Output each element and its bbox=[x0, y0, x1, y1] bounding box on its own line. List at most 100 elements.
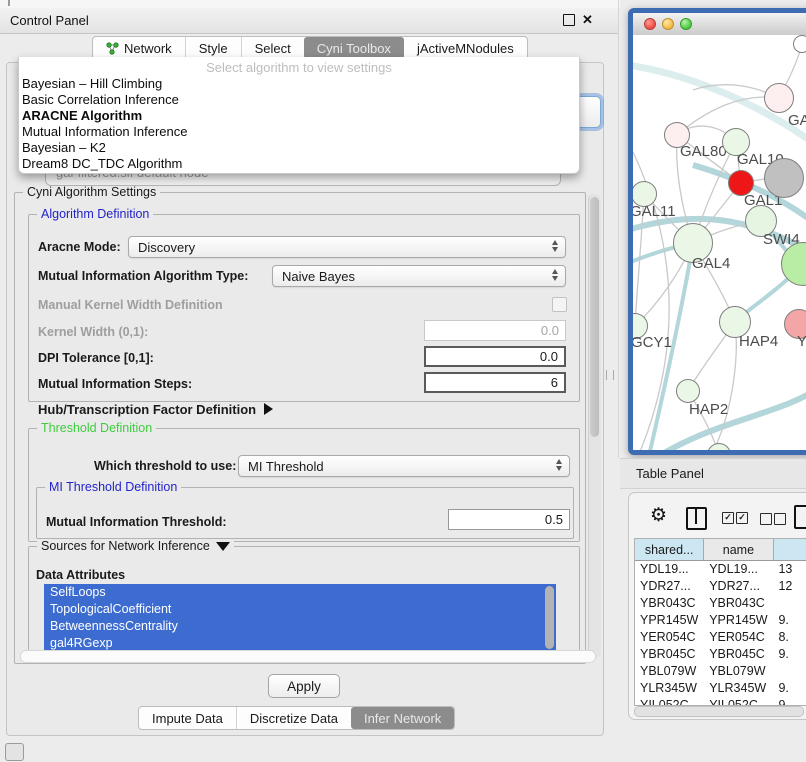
algorithm-list-item[interactable]: ARACNE Algorithm bbox=[19, 108, 579, 124]
close-icon[interactable]: ✕ bbox=[582, 11, 593, 29]
network-window-titlebar[interactable] bbox=[633, 13, 806, 36]
network-node-label: HAP2 bbox=[689, 401, 728, 418]
table-row[interactable]: YIL052C YIL052C 9 bbox=[635, 697, 806, 706]
gear-icon[interactable]: ⚙ bbox=[650, 504, 667, 527]
which-threshold-value: MI Threshold bbox=[248, 459, 324, 474]
kernel-width-label: Kernel Width (0,1): bbox=[38, 325, 148, 339]
cell-value: 8. bbox=[773, 629, 806, 646]
aracne-mode-combobox[interactable]: Discovery bbox=[128, 236, 566, 258]
network-canvas[interactable]: GALGAL80GAL10GAL1GAL11SWI4GAL4GCY1HAP4YH… bbox=[633, 35, 806, 450]
column-header-third[interactable] bbox=[774, 539, 806, 561]
tab-jactivemnodules-label: jActiveMNodules bbox=[417, 41, 514, 56]
mi-steps-field[interactable]: 6 bbox=[424, 372, 566, 393]
tab-network[interactable]: Network bbox=[93, 37, 185, 59]
table-row[interactable]: YDL19... YDL19... 13 bbox=[635, 561, 806, 578]
cell-shared-name: YBL079W bbox=[635, 663, 704, 680]
table-panel-header: Table Panel bbox=[620, 458, 806, 489]
apply-button[interactable]: Apply bbox=[268, 674, 340, 698]
network-node-label: GAL11 bbox=[633, 203, 676, 220]
export-table-icon[interactable] bbox=[794, 505, 806, 529]
table-row[interactable]: YLR345W YLR345W 9. bbox=[635, 680, 806, 697]
attribute-list-item[interactable]: SelfLoops bbox=[44, 584, 556, 601]
deselect-all-icon[interactable] bbox=[774, 513, 786, 525]
zoom-traffic-light[interactable] bbox=[680, 18, 692, 30]
algorithm-list-item[interactable]: Bayesian – K2 bbox=[19, 140, 579, 156]
dpi-tolerance-field[interactable]: 0.0 bbox=[424, 346, 566, 367]
data-attributes-list[interactable]: SelfLoopsTopologicalCoefficientBetweenne… bbox=[44, 584, 556, 652]
table-header-row: shared... name bbox=[635, 539, 806, 561]
tab-discretize-data[interactable]: Discretize Data bbox=[236, 707, 351, 729]
algorithm-list-item[interactable]: Bayesian – Hill Climbing bbox=[19, 76, 579, 92]
cell-shared-name: YDL19... bbox=[635, 561, 704, 578]
settings-scrollbar-thumb[interactable] bbox=[590, 197, 599, 437]
manual-kernel-checkbox[interactable] bbox=[552, 297, 567, 312]
tab-infer-network-label: Infer Network bbox=[364, 711, 441, 726]
network-node-label: GAL bbox=[788, 112, 806, 129]
which-threshold-combobox[interactable]: MI Threshold bbox=[238, 455, 570, 477]
cell-name: YLR345W bbox=[704, 680, 773, 697]
control-panel-header: Control Panel bbox=[0, 8, 618, 34]
tab-cyni-toolbox[interactable]: Cyni Toolbox bbox=[304, 37, 404, 59]
cell-value: 9. bbox=[773, 612, 806, 629]
table-row[interactable]: YBL079W YBL079W bbox=[635, 663, 806, 680]
stepper-icon bbox=[552, 240, 558, 252]
manual-kernel-label: Manual Kernel Width Definition bbox=[38, 298, 223, 312]
column-layout-icon[interactable] bbox=[686, 507, 707, 530]
collapse-down-icon bbox=[216, 542, 230, 551]
attribute-list-item[interactable]: BetweennessCentrality bbox=[44, 618, 556, 635]
float-window-icon[interactable] bbox=[563, 14, 575, 26]
cell-name: YDL19... bbox=[704, 561, 773, 578]
tab-impute-data[interactable]: Impute Data bbox=[139, 707, 236, 729]
algorithm-list-item[interactable]: Basic Correlation Inference bbox=[19, 92, 579, 108]
table-row[interactable]: YER054C YER054C 8. bbox=[635, 629, 806, 646]
tab-style-label: Style bbox=[199, 41, 228, 56]
network-view-window[interactable]: GALGAL80GAL10GAL1GAL11SWI4GAL4GCY1HAP4YH… bbox=[628, 8, 806, 455]
minimize-traffic-light[interactable] bbox=[662, 18, 674, 30]
network-node-label: Y bbox=[797, 333, 806, 350]
network-node[interactable] bbox=[764, 158, 804, 198]
tab-style[interactable]: Style bbox=[185, 37, 241, 59]
mi-type-combobox[interactable]: Naive Bayes bbox=[272, 265, 566, 287]
table-horizontal-scrollbar[interactable] bbox=[634, 706, 804, 717]
tab-select[interactable]: Select bbox=[241, 37, 304, 59]
select-all-icon[interactable]: ✓ bbox=[722, 512, 734, 524]
column-header-name[interactable]: name bbox=[704, 539, 773, 561]
table-row[interactable]: YBR045C YBR045C 9. bbox=[635, 646, 806, 663]
select-all-icon[interactable]: ✓ bbox=[736, 512, 748, 524]
table-row[interactable]: YDR27... YDR27... 12 bbox=[635, 578, 806, 595]
column-header-shared-name[interactable]: shared... bbox=[635, 539, 704, 561]
network-node-label: HAP4 bbox=[739, 333, 778, 350]
mi-threshold-label: Mutual Information Threshold: bbox=[46, 515, 227, 529]
tab-jactivemnodules[interactable]: jActiveMNodules bbox=[404, 37, 527, 59]
network-node[interactable] bbox=[793, 35, 806, 53]
attribute-list-scrollbar[interactable] bbox=[545, 586, 554, 649]
network-node-gal[interactable] bbox=[764, 83, 794, 113]
apply-button-label: Apply bbox=[287, 679, 321, 694]
deselect-all-icon[interactable] bbox=[760, 513, 772, 525]
tab-infer-network[interactable]: Infer Network bbox=[351, 707, 454, 729]
hub-definition-label: Hub/Transcription Factor Definition bbox=[38, 402, 256, 417]
splitter-handle[interactable] bbox=[606, 370, 614, 380]
network-node-label: GCY1 bbox=[633, 334, 672, 351]
close-traffic-light[interactable] bbox=[644, 18, 656, 30]
tab-cyni-toolbox-label: Cyni Toolbox bbox=[317, 41, 391, 56]
algorithm-list-item[interactable]: Dream8 DC_TDC Algorithm bbox=[19, 156, 579, 172]
network-icon bbox=[106, 42, 119, 55]
tab-network-label: Network bbox=[124, 41, 172, 56]
settings-horizontal-scrollbar[interactable] bbox=[20, 650, 596, 663]
cell-name: YBR043C bbox=[704, 595, 773, 612]
network-node-hap2[interactable] bbox=[676, 379, 700, 403]
tab-discretize-data-label: Discretize Data bbox=[250, 711, 338, 726]
minimized-panel-icon[interactable] bbox=[5, 743, 24, 761]
algorithm-list-item[interactable]: Mutual Information Inference bbox=[19, 124, 579, 140]
table-panel-title: Table Panel bbox=[636, 466, 704, 481]
table-row[interactable]: YBR043C YBR043C bbox=[635, 595, 806, 612]
attribute-list-item[interactable]: TopologicalCoefficient bbox=[44, 601, 556, 618]
table-row[interactable]: YPR145W YPR145W 9. bbox=[635, 612, 806, 629]
expand-right-icon bbox=[264, 403, 273, 415]
algorithm-list: Bayesian – Hill ClimbingBasic Correlatio… bbox=[19, 76, 579, 172]
kernel-width-field[interactable]: 0.0 bbox=[424, 320, 566, 341]
hub-definition-expander[interactable]: Hub/Transcription Factor Definition bbox=[38, 402, 273, 417]
mi-steps-value: 6 bbox=[551, 375, 558, 390]
mi-threshold-field[interactable]: 0.5 bbox=[448, 509, 570, 530]
